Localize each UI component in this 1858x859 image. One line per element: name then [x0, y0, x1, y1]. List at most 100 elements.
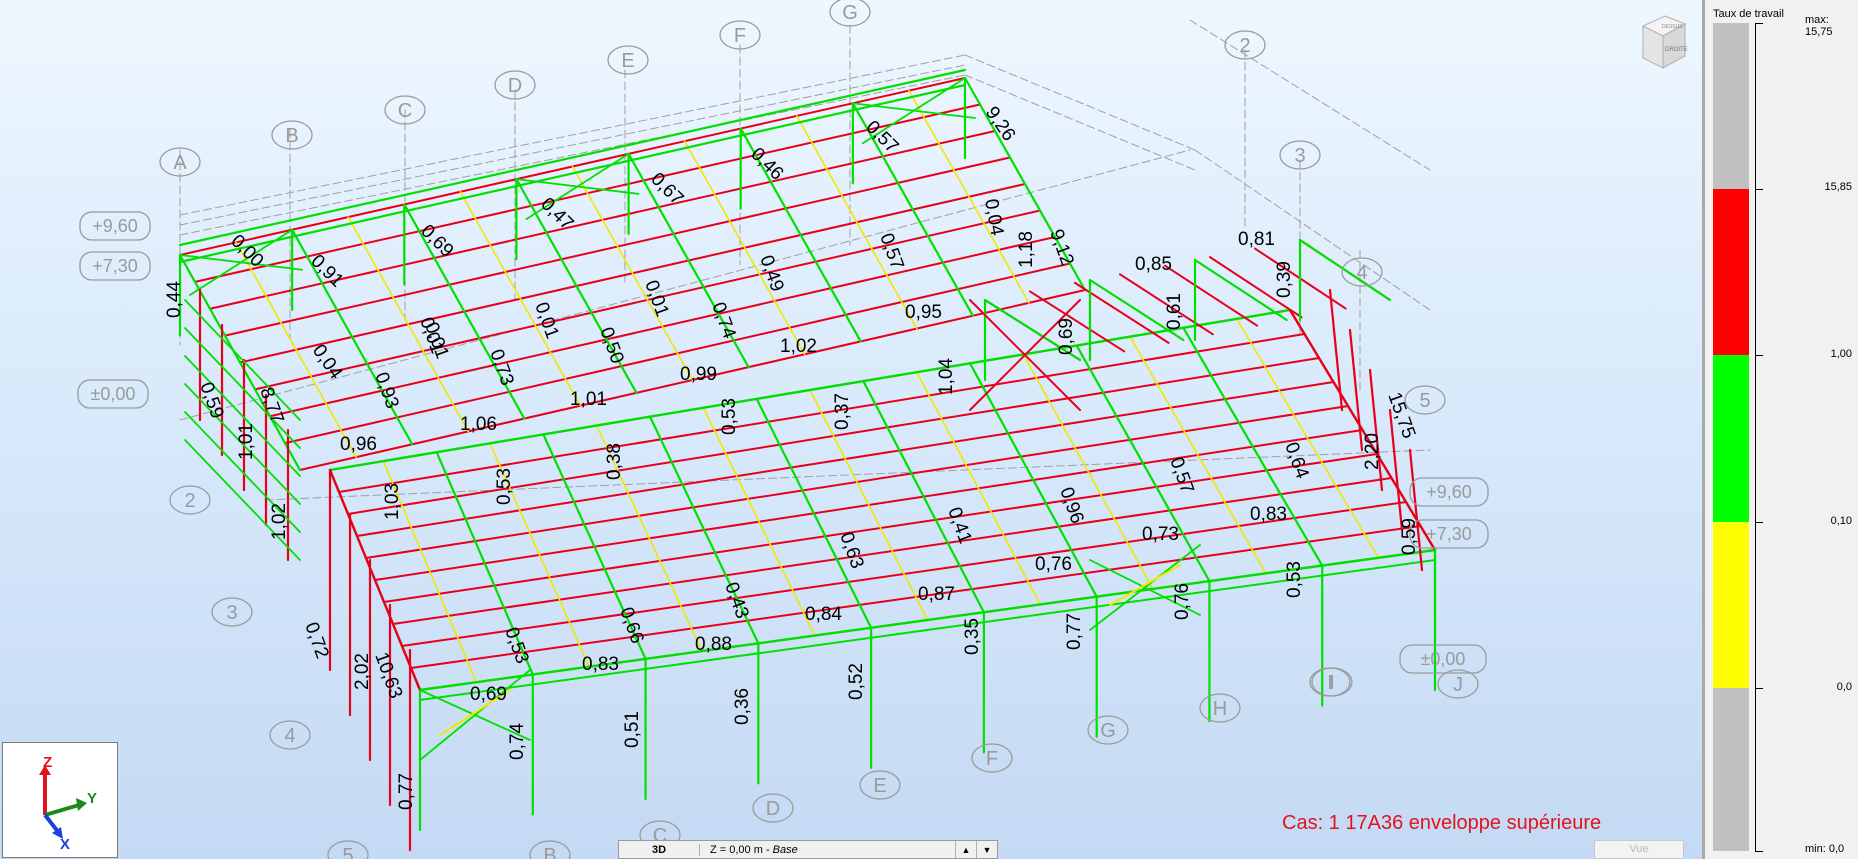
- stress-ratio-value: 0,04: [980, 197, 1007, 237]
- level-tag-label: ±0,00: [91, 384, 136, 404]
- stress-ratio-value: 1,01: [570, 389, 607, 410]
- legend-tick-label: 0,10: [1830, 515, 1852, 527]
- stress-ratio-value: 1,02: [269, 503, 290, 540]
- stress-ratio-value: 0,37: [832, 393, 853, 430]
- stress-ratio-value: 0,57: [875, 231, 907, 273]
- grid-axis-bubble: H: [1199, 693, 1241, 723]
- grid-axis-bubble: D: [494, 70, 536, 100]
- level-tag: +7,30: [79, 251, 151, 281]
- stress-ratio-value: 0,41: [943, 505, 975, 547]
- legend-band-yellow: [1713, 522, 1749, 688]
- stress-ratio-value: 0,73: [1142, 524, 1179, 545]
- vue-tab[interactable]: Vue: [1594, 840, 1684, 859]
- grid-axis-label: 5: [342, 845, 353, 859]
- stress-ratio-value: 0,53: [500, 625, 532, 667]
- plane-down-button[interactable]: ▼: [976, 841, 997, 858]
- view-cube-face-label: DROITE: [1665, 47, 1688, 53]
- legend-tick: [1755, 688, 1763, 689]
- legend-min-label: min: 0,0: [1805, 843, 1845, 855]
- structure-model: ABCDEFG23452345 BCDEFGHI JI+9,60+7,30±0,00…: [77, 0, 1489, 859]
- grid-axis-label: F: [734, 25, 746, 47]
- bracing-member: [795, 115, 918, 330]
- stress-ratio-value: 0,83: [582, 654, 619, 675]
- stress-ratio-value: 0,44: [164, 281, 185, 318]
- stress-ratio-value: 0,88: [695, 634, 732, 655]
- legend-band-red: [1713, 189, 1749, 355]
- stress-ratio-value: 0,74: [707, 300, 740, 342]
- bracing-member: [683, 140, 806, 356]
- stress-ratio-value: 0,35: [962, 618, 983, 655]
- grid-axis-bubble: 2: [169, 485, 211, 515]
- grid-axis-label: J: [1453, 674, 1463, 696]
- level-tag: ±0,00: [77, 379, 149, 409]
- working-plane[interactable]: Z = 0,00 m - Base: [700, 844, 955, 856]
- legend-scale-axis: [1755, 23, 1756, 851]
- stress-ratio-value: 0,74: [507, 723, 528, 760]
- plane-up-button[interactable]: ▲: [955, 841, 976, 858]
- stress-ratio-value: 0,83: [1250, 504, 1287, 525]
- stress-ratio-value: 0,84: [805, 604, 842, 625]
- stress-ratio-value: 0,59: [1399, 518, 1420, 555]
- stress-ratio-value: 1,04: [936, 358, 957, 395]
- level-tag: +9,60: [1409, 477, 1489, 507]
- legend-tick: [1755, 23, 1763, 24]
- purlin-member: [1029, 290, 1126, 353]
- stress-ratio-value: 0,76: [1035, 554, 1072, 575]
- grid-axis-bubble: B: [529, 840, 571, 859]
- grid-axis-label: F: [986, 748, 998, 770]
- axis-x-label: X: [60, 836, 70, 853]
- legend-tick: [1755, 522, 1763, 523]
- grid-axis-bubble: A: [159, 147, 201, 177]
- stress-ratio-value: 0,99: [680, 364, 717, 385]
- legend-tick-label: 15,85: [1824, 181, 1852, 193]
- stress-ratio-value: 0,50: [595, 325, 627, 367]
- stress-ratio-value: 0,93: [370, 370, 402, 412]
- legend-tick: [1755, 851, 1763, 852]
- ridge-member: [178, 83, 967, 264]
- legend-max-label: max: 15,75: [1805, 14, 1833, 38]
- level-tag: ±0,00: [1399, 644, 1487, 674]
- level-tag-label: +7,30: [92, 256, 138, 276]
- axis-z-label: Z: [43, 754, 52, 771]
- structure-3d-viewport[interactable]: A B C D E F G 2 3 4 5 2 3 4 5 B C D E F G H I J I +9,60 +7,30 ±0,00…: [0, 0, 1702, 859]
- stress-ratio-value: 0,04: [308, 341, 347, 384]
- legend-tick: [1755, 355, 1763, 356]
- level-tag-label: +9,60: [1426, 482, 1472, 502]
- view-cube-top-label: DESSUS: [1662, 24, 1683, 30]
- frame-member: [1193, 258, 1288, 322]
- stress-ratio-value: 0,53: [719, 398, 740, 435]
- stress-ratio-value: 0,61: [1164, 293, 1185, 330]
- grid-axis-bubble: F: [971, 743, 1013, 773]
- view-mode[interactable]: 3D: [619, 843, 700, 856]
- stress-ratio-value: 0,81: [1238, 229, 1275, 250]
- grid-axis-bubble: 4: [269, 720, 311, 750]
- grid-axis-label: A: [173, 152, 187, 174]
- legend-tick-label: 1,00: [1830, 348, 1852, 360]
- grid-axis-bubble: 2: [1224, 30, 1266, 60]
- grid-axis-bubble: D: [752, 793, 794, 823]
- grid-axis-label: 3: [226, 602, 237, 624]
- stress-ratio-value: 9,12: [1045, 227, 1077, 269]
- grid-axis-bubble: E: [607, 45, 649, 75]
- grid-line: [1189, 19, 1431, 171]
- grid-axis-label: H: [1213, 698, 1227, 720]
- triangle-up-icon: ▲: [961, 844, 971, 855]
- grid-axis-bubble: F: [719, 20, 761, 50]
- triangle-down-icon: ▼: [982, 844, 992, 855]
- view-cube[interactable]: DESSUS DROITE: [1637, 14, 1689, 70]
- grid-axis-label: B: [285, 125, 298, 147]
- stress-ratio-legend: Taux de travail max: 15,75 15,85 1,00 0,…: [1702, 0, 1858, 859]
- stress-ratio-value: 0,38: [604, 443, 625, 480]
- grid-axis-bubble: G: [1087, 715, 1129, 745]
- load-case-label: Cas: 1 17A36 enveloppe supérieure: [1282, 812, 1602, 834]
- grid-axis-label: 5: [1419, 390, 1430, 412]
- legend-title: Taux de travail: [1713, 8, 1784, 20]
- working-plane-prefix: Z = 0,00 m -: [710, 843, 773, 856]
- gable-column-member: [1368, 368, 1384, 492]
- view-cube-icon: DESSUS DROITE: [1641, 15, 1688, 69]
- stress-ratio-value: 0,57: [1165, 455, 1197, 497]
- stress-ratio-value: 0,64: [1280, 440, 1313, 482]
- stress-ratio-value: 0,69: [416, 221, 457, 262]
- frame-member: [1298, 238, 1392, 302]
- orientation-axes-widget: Z Y X: [2, 742, 118, 858]
